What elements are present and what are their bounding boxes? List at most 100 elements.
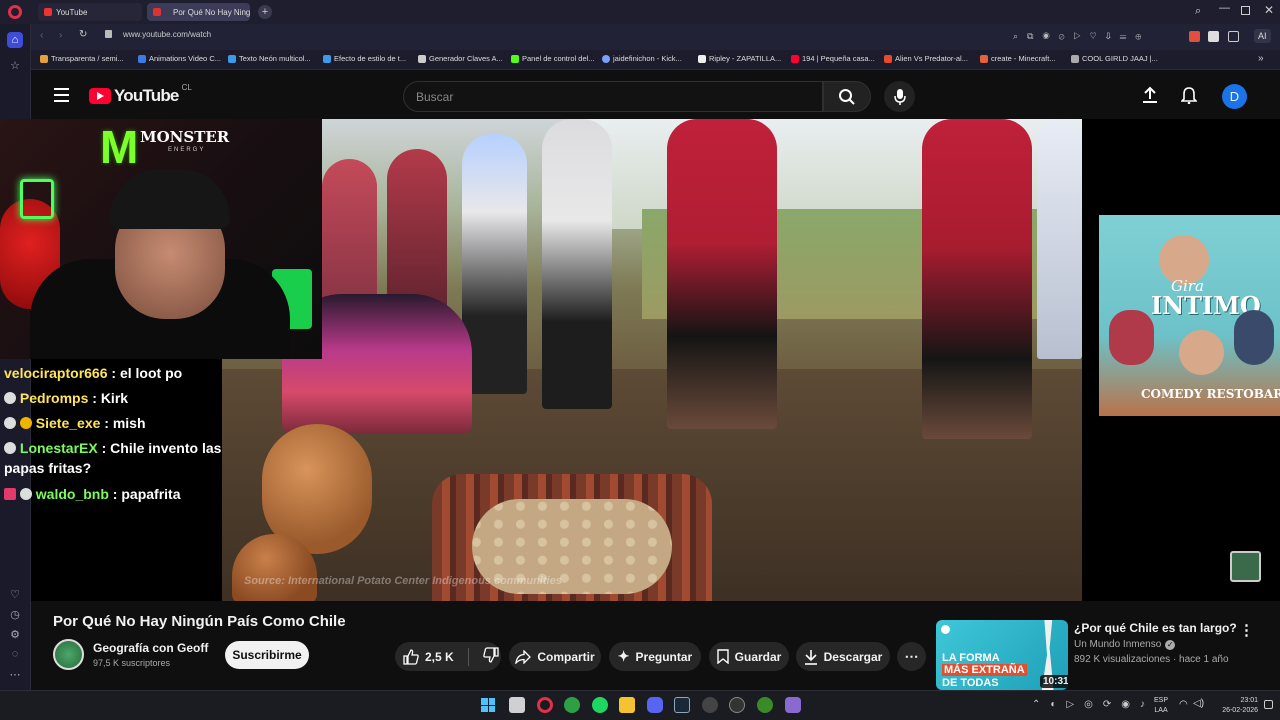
recommendation-more-icon[interactable]: ⋮ xyxy=(1239,621,1254,639)
bookmark-item[interactable]: COOL GIRLD JAAJ |... xyxy=(1071,54,1158,63)
chat-message: Pedromps : Kirk xyxy=(4,388,254,408)
file-explorer-icon[interactable] xyxy=(619,697,635,713)
bookmark-item[interactable]: 194 | Pequeña casa... xyxy=(791,54,875,63)
chat-message: LonestarEX : Chile invento las papas fri… xyxy=(4,440,222,476)
notifications-bell-icon[interactable] xyxy=(1180,86,1198,109)
language-indicator[interactable]: ESP LAA xyxy=(1154,696,1168,716)
avatar[interactable]: D xyxy=(1222,84,1247,109)
menu-icon[interactable] xyxy=(54,88,69,102)
bookmark-item[interactable]: create - Minecraft... xyxy=(980,54,1056,63)
bookmark-item[interactable]: Panel de control del... xyxy=(511,54,595,63)
discord-icon[interactable] xyxy=(647,697,663,713)
download-icon xyxy=(804,649,817,665)
share-button[interactable]: Compartir xyxy=(509,642,601,671)
tray-icons[interactable]: ⌃◐▷◎⟳◉♪ xyxy=(1032,699,1155,710)
tab-title: YouTube xyxy=(56,7,88,17)
recommendation-title[interactable]: ¿Por qué Chile es tan largo? xyxy=(1074,621,1237,635)
bookmark-item[interactable]: Texto Neón multicol... xyxy=(228,54,311,63)
clock[interactable]: 23:01 26-02-2026 xyxy=(1214,696,1258,716)
like-count: 2,5 K xyxy=(425,649,454,664)
opera-logo-icon[interactable] xyxy=(8,5,22,19)
search-tabs-icon[interactable]: ⌕ xyxy=(1195,5,1201,18)
xbox-icon[interactable] xyxy=(564,697,580,713)
search-button[interactable] xyxy=(823,81,871,112)
heart-icon[interactable]: ♡ xyxy=(7,586,23,602)
video-frame[interactable]: Source: International Potato Center Indi… xyxy=(222,119,1082,601)
thumbnail-text: MÁS EXTRAÑA xyxy=(942,664,1027,676)
download-button[interactable]: Descargar xyxy=(796,642,890,671)
lightbulb-icon[interactable]: ◌ xyxy=(7,646,23,662)
channel-avatar[interactable] xyxy=(53,639,84,670)
bookmarks-overflow-icon[interactable]: » xyxy=(1258,53,1264,64)
ask-button[interactable]: ✦ Preguntar xyxy=(609,642,701,671)
upload-icon[interactable] xyxy=(1142,86,1158,109)
bookmark-item[interactable]: Alien Vs Predator-al... xyxy=(884,54,968,63)
thumbnail-text: DE TODAS xyxy=(942,677,999,689)
channel-name[interactable]: Geografía con Geoff xyxy=(93,641,208,655)
star-icon[interactable]: ☆ xyxy=(7,57,23,73)
close-window-icon[interactable]: ✕ xyxy=(1264,3,1274,17)
bookmark-item[interactable]: Ripley - ZAPATILLA... xyxy=(698,54,781,63)
bookmark-label: Efecto de estilo de t... xyxy=(334,54,407,63)
clock-date: 26-02-2026 xyxy=(1222,707,1258,714)
more-actions-button[interactable]: ⋯ xyxy=(897,642,926,671)
voice-search-button[interactable] xyxy=(884,81,915,112)
app-icon[interactable] xyxy=(702,697,718,713)
bookmark-label: 194 | Pequeña casa... xyxy=(802,54,875,63)
volume-icon[interactable]: ◁) xyxy=(1193,698,1204,709)
extension-red-icon[interactable] xyxy=(1189,31,1200,42)
chat-username: velociraptor666 xyxy=(4,365,108,381)
bookmark-item[interactable]: Transparenta / semi... xyxy=(40,54,124,63)
event-poster: Gira INTIMO COMEDY RESTOBAR xyxy=(1099,215,1280,416)
more-icon[interactable]: ⋯ xyxy=(7,666,23,682)
bookmark-label: create - Minecraft... xyxy=(991,54,1056,63)
maximize-icon[interactable] xyxy=(1241,6,1250,15)
chat-message: Siete_exe : mish xyxy=(4,413,254,433)
bookmark-item[interactable]: Animations Video C... xyxy=(138,54,221,63)
spotify-icon[interactable] xyxy=(592,697,608,713)
tab-current-video[interactable]: Por Qué No Hay Ningú xyxy=(147,3,250,21)
history-icon[interactable]: ◷ xyxy=(7,606,23,622)
minimize-icon[interactable]: — xyxy=(1219,2,1230,14)
microphone-icon xyxy=(893,88,906,105)
badge-icon xyxy=(4,488,16,500)
subscribe-button[interactable]: Suscribirme xyxy=(225,641,309,669)
home-icon[interactable]: ⌂ xyxy=(7,32,23,48)
youtube-play-icon xyxy=(89,88,111,104)
bookmark-item[interactable]: Generador Claves A... xyxy=(418,54,503,63)
wifi-icon[interactable]: ◠ xyxy=(1179,699,1188,710)
figure xyxy=(667,119,777,429)
settings-icon[interactable]: ⚙ xyxy=(7,626,23,642)
windows-start-icon[interactable] xyxy=(481,698,495,712)
youtube-logo[interactable]: YouTube CL xyxy=(89,83,192,106)
steam-icon[interactable] xyxy=(674,697,690,713)
recommendation-meta: 892 K visualizaciones · hace 1 año xyxy=(1074,654,1229,665)
save-button[interactable]: Guardar xyxy=(709,642,789,671)
new-tab-icon[interactable]: + xyxy=(258,5,272,19)
extension-cube-icon[interactable] xyxy=(1228,31,1239,42)
ai-button[interactable]: AI xyxy=(1254,29,1271,43)
like-button[interactable]: 2,5 K xyxy=(403,648,454,665)
recommendation-channel[interactable]: Un Mundo Inmenso ✓ xyxy=(1074,639,1176,650)
xbox-app-icon[interactable] xyxy=(757,697,773,713)
channel-watermark-icon[interactable] xyxy=(1230,551,1261,582)
url-field[interactable]: www.youtube.com/watch xyxy=(123,30,211,39)
verified-check-icon: ✓ xyxy=(1165,639,1176,650)
opera-icon[interactable] xyxy=(537,697,553,713)
forward-icon[interactable]: › xyxy=(59,30,62,41)
back-icon[interactable]: ‹ xyxy=(40,30,43,41)
bookmark-item[interactable]: Efecto de estilo de t... xyxy=(323,54,406,63)
extension-square-icon[interactable] xyxy=(1208,31,1219,42)
app-icon[interactable] xyxy=(785,697,801,713)
app-icon[interactable] xyxy=(729,697,745,713)
recommendation-thumbnail[interactable]: LA FORMA MÁS EXTRAÑA DE TODAS 10:31 xyxy=(936,620,1068,690)
tab-youtube[interactable]: YouTube xyxy=(38,3,142,21)
dislike-button[interactable] xyxy=(482,647,499,666)
bookmark-item[interactable]: jaidefinichon - Kick... xyxy=(602,54,682,63)
search-input[interactable] xyxy=(403,81,823,112)
task-view-icon[interactable] xyxy=(509,697,525,713)
reload-icon[interactable]: ↻ xyxy=(79,29,87,40)
extension-icons[interactable]: ⌕⧉◉⊘▷♡⇩☰⊕ xyxy=(1013,31,1150,42)
notification-center-icon[interactable] xyxy=(1264,700,1273,709)
duration-badge: 10:31 xyxy=(1040,675,1068,688)
